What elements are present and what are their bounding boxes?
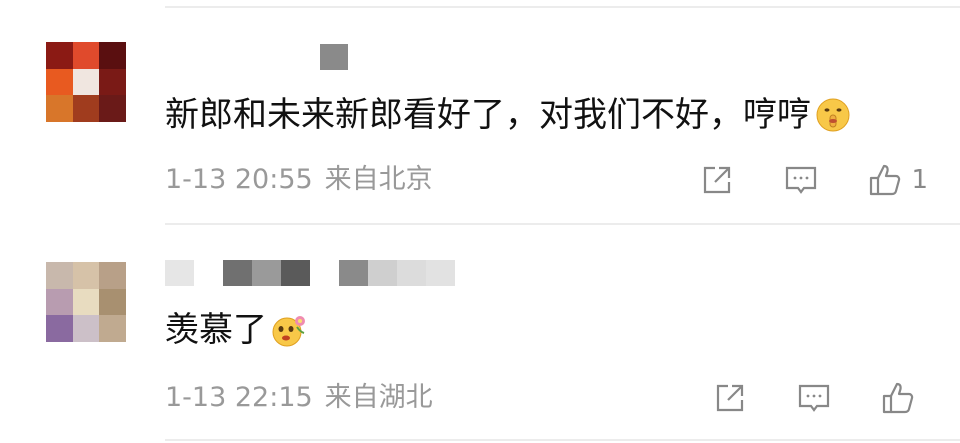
like-count: 1 [911,165,928,195]
comment-meta: 1-13 20:55 来自北京 [165,164,433,196]
comment-meta: 1-13 22:15 来自湖北 [165,382,433,414]
avatar-pixel [72,262,100,289]
username-pixel [252,260,281,286]
username-pixel [397,260,426,286]
username-blurred[interactable] [165,260,455,286]
avatar-pixel [46,95,73,122]
avatar-pixel [46,42,73,69]
avatar-pixel [72,288,100,316]
shush-emoji-icon [816,98,850,132]
comment-text-content: 新郎和未来新郎看好了，对我们不好，哼哼 [165,95,811,135]
comment-actions: 1 [699,162,928,198]
username-pixel [426,260,455,286]
username-pixel [310,260,339,286]
reply-button[interactable] [783,162,819,198]
avatar-pixel [99,315,126,342]
comment-text: 羡慕了 [165,310,307,350]
avatar-pixel [99,262,126,289]
username-pixel [223,260,252,286]
share-icon [704,166,731,194]
username-pixel [165,260,194,286]
flower-face-emoji-icon [272,316,305,347]
avatar-pixel [72,95,100,122]
avatar-pixel [72,315,100,342]
username-pixel [194,260,223,286]
avatar-pixel [46,315,73,342]
username-pixel [281,260,310,286]
bottom-divider [165,439,960,441]
avatar-pixel [99,288,126,316]
share-button[interactable] [712,380,748,416]
comment-time: 1-13 20:55 [165,164,313,195]
comment-location: 来自北京 [324,164,433,195]
avatar-pixel [46,262,73,289]
comment-location: 来自湖北 [324,382,433,413]
like-button[interactable]: 1 [867,162,928,198]
username-pixel [339,260,368,286]
reply-button[interactable] [796,380,832,416]
avatar-pixel [99,42,126,69]
avatar-pixel [99,95,126,122]
avatar-pixel [99,68,126,96]
thumbs-up-icon [870,164,901,196]
avatar-pixel [46,68,73,96]
comment-text-content: 羡慕了 [165,310,267,350]
comment-icon [786,166,817,194]
comment-text: 新郎和未来新郎看好了，对我们不好，哼哼 [165,95,851,135]
avatar-pixel [46,288,73,316]
avatar[interactable] [46,262,126,342]
comment-item: 羡慕了 1-13 22:15 来自湖北 [0,224,960,443]
share-icon [716,384,744,412]
comment-actions [712,380,924,416]
avatar[interactable] [46,42,126,122]
username-blurred[interactable] [320,44,348,70]
like-button[interactable] [880,380,924,416]
comment-time: 1-13 22:15 [165,382,313,413]
comment-icon [798,384,830,412]
comment-item: 新郎和未来新郎看好了，对我们不好，哼哼 1-13 20:55 来自北京 1 [0,0,960,224]
share-button[interactable] [699,162,735,198]
avatar-pixel [72,68,100,96]
avatar-pixel [72,42,100,69]
username-pixel [368,260,397,286]
thumbs-up-icon [882,382,914,414]
